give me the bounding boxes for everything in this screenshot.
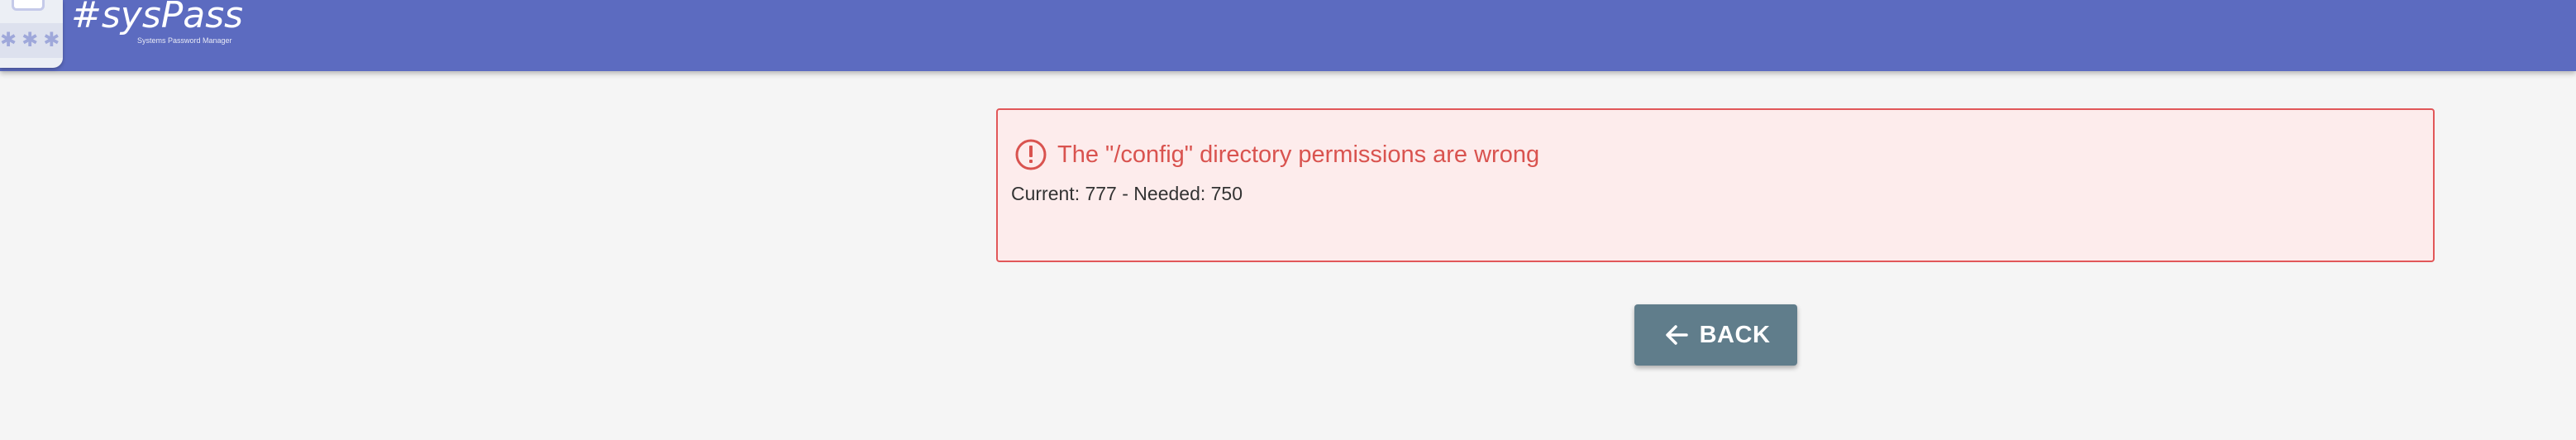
- error-heading: The "/config" directory permissions are …: [1014, 138, 1539, 171]
- app-header: ✱✱✱ #sysPass Systems Password Manager: [0, 0, 2576, 71]
- error-icon: [1015, 139, 1047, 170]
- back-button[interactable]: BACK: [1634, 304, 1797, 366]
- password-stars-icon: ✱✱✱: [0, 28, 63, 51]
- lock-icon: ✱✱✱: [0, 0, 63, 68]
- error-alert: The "/config" directory permissions are …: [996, 108, 2435, 262]
- arrow-left-icon: [1665, 325, 1688, 345]
- brand-name: #sysPass: [71, 0, 244, 36]
- error-detail: Current: 777 - Needed: 750: [1011, 183, 1243, 204]
- lock-shackle: [12, 0, 45, 11]
- back-button-label: BACK: [1699, 321, 1771, 348]
- error-title: The "/config" directory permissions are …: [1057, 141, 1540, 168]
- brand-tagline: Systems Password Manager: [137, 36, 232, 45]
